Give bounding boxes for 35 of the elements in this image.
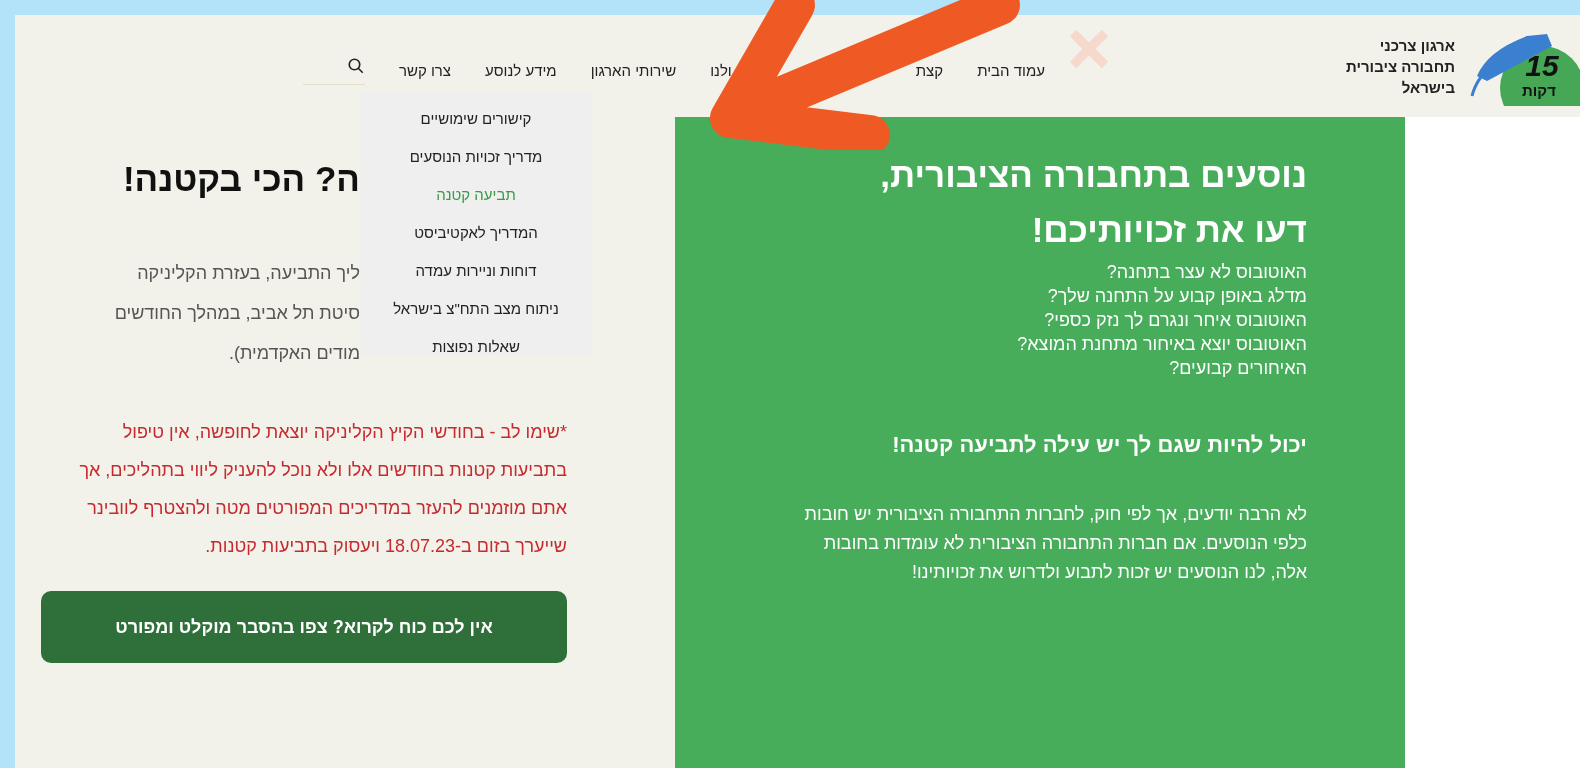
question-line: האיחורים קבועים? — [1168, 357, 1307, 380]
nav-link[interactable]: עמוד הבית — [977, 59, 1045, 83]
organization-name: בישראל — [1400, 77, 1455, 98]
nav-link[interactable]: צרו קשר — [398, 59, 451, 83]
intro-line: מודים האקדמית). — [228, 342, 360, 365]
video-explanation-button[interactable]: אין לכם כוח לקרוא? צפו בהסבר מוקלט ומפורט — [41, 591, 567, 663]
dropdown-item[interactable]: ניתוח מצב התח"צ בישראל — [393, 290, 559, 328]
question-line: האוטובוס יוצא באיחור מתחנת המוצא? — [1016, 333, 1307, 356]
question-line: האוטובוס לא עצר בתחנה? — [1105, 261, 1307, 284]
organization-name: ארגון צרכני — [1378, 35, 1455, 56]
logo-number: 15 — [1525, 49, 1559, 82]
dropdown-item[interactable]: דוחות וניירות עמדה — [415, 252, 537, 290]
close-icon — [1067, 27, 1111, 71]
dropdown-item[interactable]: מדריך זכויות הנוסעים — [409, 138, 543, 176]
panel-heading: נוסעים בתחבורה הציבורית, — [879, 154, 1307, 196]
search-icon — [346, 57, 365, 75]
summer-notice: *שימו לב - בחודשי הקיץ הקליניקה יוצאת לחופשה, אין טיפול בתביעות קטנות בחודשים אלו ולא נוכל להעניק ליווי בתהליכים, אך אתם מוזמנים להעזר במדריכים המפורטים מטה ולהצטרף לוובינר שייערך בזום ב-18.07.23 ויעסוק בתביעות קטנות. — [78, 421, 567, 558]
question-line: מדלג באופן קבוע על התחנה שלך? — [1046, 285, 1307, 308]
nav-link[interactable]: שירותי הארגון — [590, 59, 677, 83]
panel-subheading: יכול להיות שגם לך יש עילה לתביעה קטנה! — [891, 431, 1307, 459]
nav-link[interactable]: ולנו — [710, 59, 732, 83]
dropdown-item[interactable]: המדריך לאקטיביסט — [414, 214, 538, 252]
intro-line: ליך התביעה, בעזרת הקליניקה — [137, 262, 360, 285]
dropdown-item[interactable]: קישורים שימושיים — [420, 100, 532, 138]
panel-paragraph: לא הרבה יודעים, אך לפי חוק, לחברות התחבורה הציבורית יש חובות כלפי הנוסעים. אם חברות התחבורה הציבורית לא עומדות בחובות אלה, לנו הנוסעים יש זכות לתבוע ולדרוש את זכויותינו! — [803, 503, 1307, 584]
dropdown-item[interactable]: שאלות נפוצות — [432, 328, 520, 366]
panel-heading: דעו את זכויותיכם! — [1030, 209, 1307, 251]
page-heading: ה? הכי בקטנה! — [122, 158, 360, 200]
nav-link[interactable]: קצת — [915, 59, 944, 83]
logo-caption: דקות — [1522, 82, 1556, 99]
intro-line: סיטת תל אביב, במהלך החודשים — [114, 302, 360, 325]
organization-name: תחבורה ציבורית — [1344, 56, 1455, 77]
search-field[interactable] — [302, 57, 365, 85]
nav-link[interactable]: מידע לנוסע — [485, 59, 557, 83]
question-line: האוטובוס איחר ונגרם לך נזק כספי? — [1043, 309, 1307, 332]
